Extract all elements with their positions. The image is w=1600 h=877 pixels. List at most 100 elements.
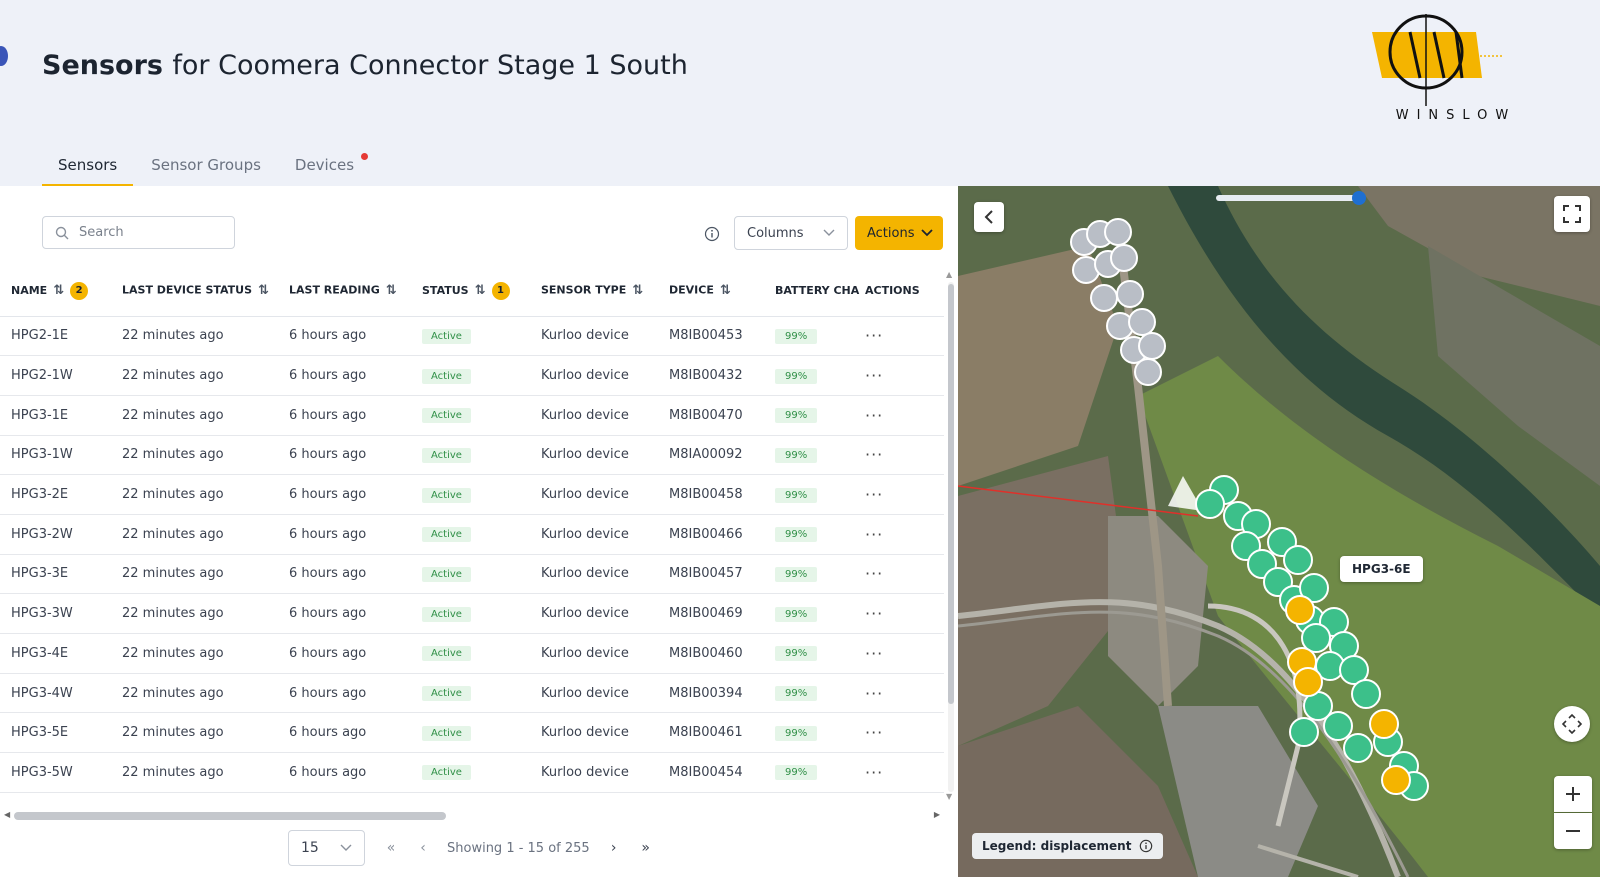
table-row[interactable]: HPG3-4E 22 minutes ago 6 hours ago Active Ku… [0,633,944,674]
table-cell: HPG3-1W [0,435,111,476]
table-cell: 22 minutes ago [111,554,278,595]
column-header-device[interactable]: DEVICE ⇅ [658,266,764,317]
table-cell: M8IB00461 [658,712,764,754]
table-row[interactable]: HPG3-1E 22 minutes ago 6 hours ago Active Ku… [0,395,944,436]
scroll-thumb[interactable] [14,812,446,820]
column-header-last-device-status[interactable]: LAST DEVICE STATUS ⇅ [111,266,278,317]
scroll-left-arrow-icon[interactable]: ◀ [4,810,10,819]
map-legend[interactable]: Legend: displacement [972,833,1164,859]
more-horizontal-icon[interactable]: ··· [865,445,883,464]
sort-icon[interactable]: ⇅ [258,283,269,298]
tab-label: Sensors [58,156,118,174]
table-cell: ··· [854,752,944,793]
last-reading-cell: 6 hours ago [289,407,367,423]
table-row[interactable]: HPG3-3E 22 minutes ago 6 hours ago Active Ku… [0,554,944,595]
scroll-right-arrow-icon[interactable]: ▶ [934,810,940,819]
zoom-out-button[interactable] [1554,813,1592,849]
table-cell: ··· [854,316,944,357]
sort-ascending-icon[interactable]: ⇅ [53,283,64,298]
table-row[interactable]: HPG3-5W 22 minutes ago 6 hours ago Active Ku… [0,752,944,793]
battery-badge: 99% [775,606,818,622]
tab-sensors[interactable]: Sensors [42,150,134,186]
search-input[interactable] [79,225,219,240]
vertical-scrollbar[interactable]: ▲ ▼ [946,270,954,801]
more-horizontal-icon[interactable]: ··· [865,644,883,663]
tab-bar: Sensors Sensor Groups Devices [42,150,372,186]
table-row[interactable]: HPG3-2W 22 minutes ago 6 hours ago Active Ku… [0,514,944,555]
scroll-thumb[interactable] [948,284,954,704]
column-header-status[interactable]: STATUS ⇅ 1 [411,266,530,317]
more-horizontal-icon[interactable]: ··· [865,763,883,782]
sort-icon[interactable]: ⇅ [386,283,397,298]
device-id-cell: M8IB00461 [669,725,743,741]
device-id-cell: M8IB00466 [669,526,743,542]
table-cell: 99% [764,316,854,357]
table-row[interactable]: HPG2-1W 22 minutes ago 6 hours ago Active Ku… [0,355,944,396]
table-cell: 22 minutes ago [111,435,278,476]
table-row[interactable]: HPG3-2E 22 minutes ago 6 hours ago Active Ku… [0,474,944,515]
more-horizontal-icon[interactable]: ··· [865,723,883,742]
more-horizontal-icon[interactable]: ··· [865,406,883,425]
tab-sensor-groups[interactable]: Sensor Groups [135,150,277,186]
tab-devices[interactable]: Devices [279,150,370,186]
table-cell: 22 minutes ago [111,752,278,793]
table-cell: ··· [854,395,944,436]
more-horizontal-icon[interactable]: ··· [865,485,883,504]
status-badge: Active [422,606,471,622]
columns-dropdown[interactable]: Columns [734,216,848,250]
sensor-type-cell: Kurloo device [541,606,629,622]
table-cell: Kurloo device [530,435,658,476]
sort-icon[interactable]: ⇅ [720,283,731,298]
column-header-sensor-type[interactable]: SENSOR TYPE ⇅ [530,266,658,317]
battery-badge: 99% [775,447,818,463]
scroll-up-arrow-icon[interactable]: ▲ [946,270,952,279]
slider-handle[interactable] [1351,191,1366,205]
table-row[interactable]: HPG3-1W 22 minutes ago 6 hours ago Active Ku… [0,435,944,476]
sort-icon[interactable]: ⇅ [632,283,643,298]
plus-icon [1566,787,1580,801]
zoom-in-button[interactable] [1554,776,1592,812]
more-horizontal-icon[interactable]: ··· [865,684,883,703]
info-icon[interactable] [704,226,720,242]
more-horizontal-icon[interactable]: ··· [865,604,883,623]
table-row[interactable]: HPG2-1E 22 minutes ago 6 hours ago Active Ku… [0,316,944,357]
sensor-name-cell: HPG3-2W [11,526,73,542]
more-horizontal-icon[interactable]: ··· [865,564,883,583]
table-cell: Active [411,514,530,555]
first-page-icon[interactable]: « [375,840,407,856]
column-header-battery[interactable]: BATTERY CHA [764,266,859,317]
horizontal-scrollbar[interactable]: ◀ ▶ [4,810,940,820]
table-row[interactable]: HPG3-4W 22 minutes ago 6 hours ago Active Ku… [0,673,944,714]
table-cell: M8IB00394 [658,673,764,714]
recenter-button[interactable] [1554,706,1590,742]
scroll-down-arrow-icon[interactable]: ▼ [946,792,952,801]
battery-badge: 99% [775,408,818,424]
map-view[interactable]: HPG3-6E Legend: displacement [958,186,1600,877]
satellite-map[interactable] [958,186,1600,877]
page-size-select[interactable]: 15 [288,830,365,866]
table-cell: 99% [764,355,854,396]
table-cell: HPG3-5W [0,752,111,793]
table-cell: Active [411,316,530,357]
column-header-last-reading[interactable]: LAST READING ⇅ [278,266,411,317]
more-horizontal-icon[interactable]: ··· [865,525,883,544]
more-horizontal-icon[interactable]: ··· [865,366,883,385]
table-cell: HPG3-2W [0,514,111,555]
collapse-panel-button[interactable] [974,202,1004,232]
table-row[interactable]: HPG3-5E 22 minutes ago 6 hours ago Active Ku… [0,712,944,754]
more-horizontal-icon[interactable]: ··· [865,326,883,345]
time-slider[interactable] [1216,191,1366,205]
table-row[interactable]: HPG3-3W 22 minutes ago 6 hours ago Active Ku… [0,593,944,634]
column-header-name[interactable]: NAME ⇅ 2 [0,266,111,317]
previous-page-icon[interactable]: ‹ [407,840,439,856]
next-page-icon[interactable]: › [598,840,630,856]
sort-ascending-icon[interactable]: ⇅ [475,283,486,298]
search-box[interactable] [42,216,235,249]
table-cell: M8IB00469 [658,593,764,634]
table-cell: ··· [854,554,944,595]
last-page-icon[interactable]: » [630,840,662,856]
info-icon[interactable] [1139,839,1153,853]
fullscreen-button[interactable] [1554,196,1590,232]
table-cell: 99% [764,752,854,793]
actions-button[interactable]: Actions [855,216,943,250]
